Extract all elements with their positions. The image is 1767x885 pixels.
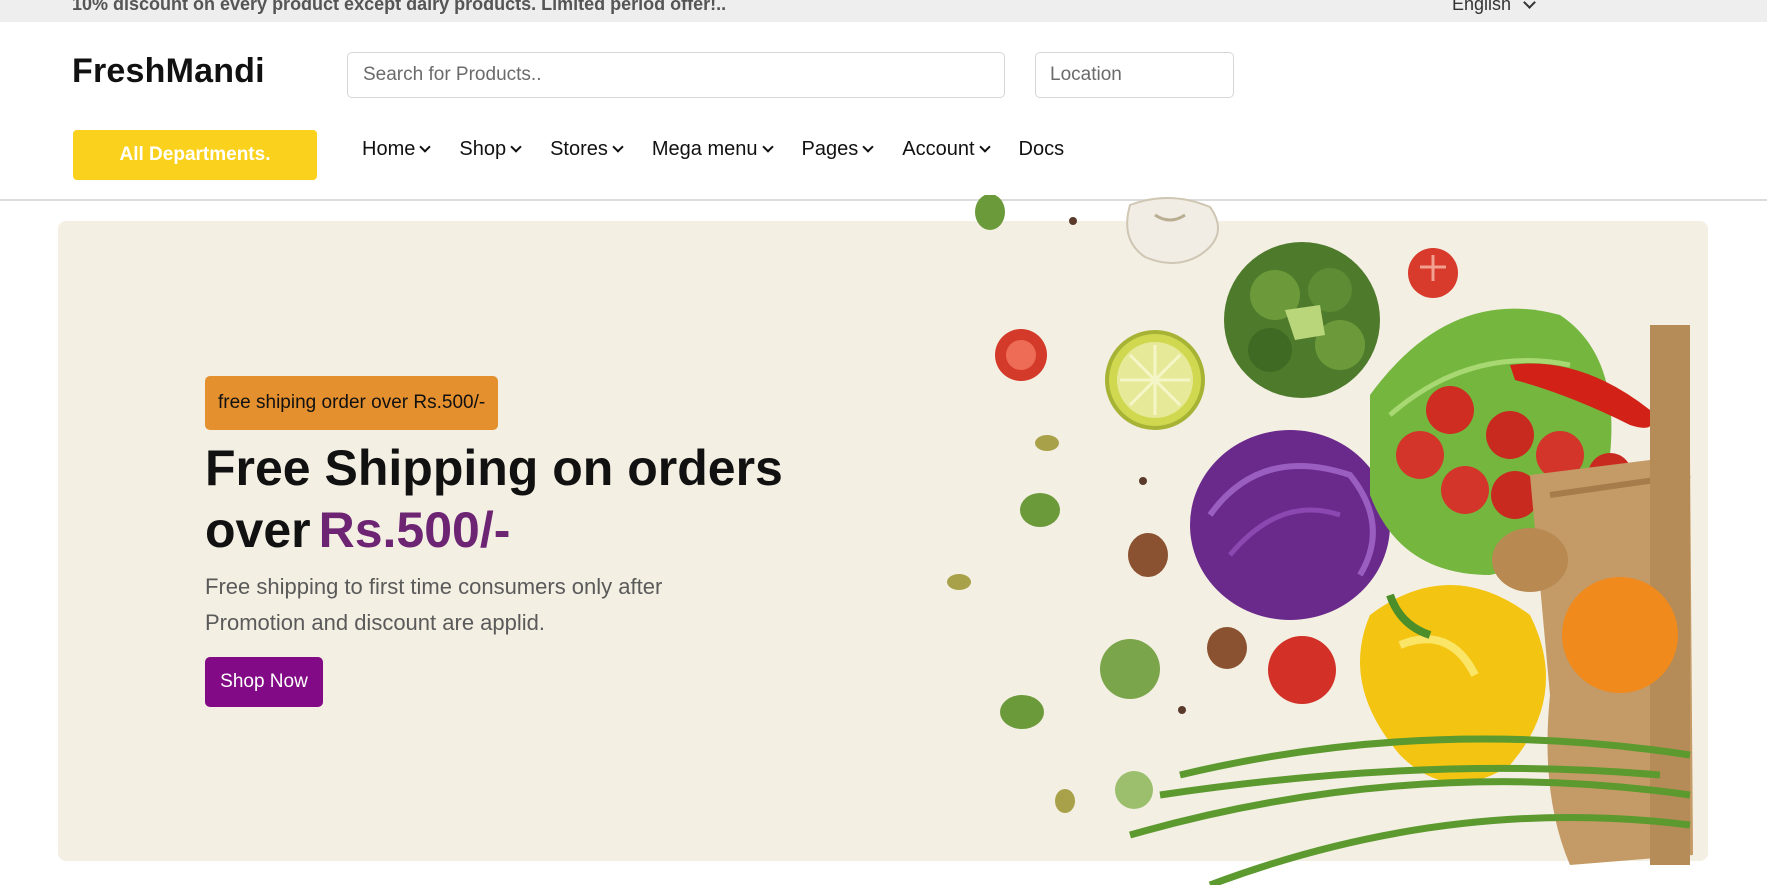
nav-item-label: Stores xyxy=(550,137,608,160)
all-departments-button[interactable]: All Departments. xyxy=(73,130,317,180)
chevron-down-icon xyxy=(612,140,624,153)
chevron-down-icon xyxy=(761,140,774,153)
nav-item-label: Mega menu xyxy=(651,137,758,160)
tomato-slice-icon xyxy=(995,329,1047,381)
orange-icon xyxy=(1562,577,1678,693)
chevron-down-icon xyxy=(510,140,522,153)
hero-title: Free Shipping on orders over Rs.500/- xyxy=(205,437,825,561)
seed-icon xyxy=(947,435,1075,813)
nav-item-docs[interactable]: Docs xyxy=(1019,138,1065,161)
nav-item-account[interactable]: Account xyxy=(902,137,991,161)
shop-now-button[interactable]: Shop Now xyxy=(205,657,323,707)
walnut-icon xyxy=(1492,528,1568,592)
brussels-sprout-icon xyxy=(1100,639,1160,809)
language-label: English xyxy=(1452,0,1512,14)
nav-item-label: Pages xyxy=(801,137,859,160)
location-input[interactable] xyxy=(1035,52,1234,98)
red-cabbage-icon xyxy=(1190,430,1390,620)
nav-item-stores[interactable]: Stores xyxy=(550,137,624,161)
chevron-down-icon xyxy=(978,140,991,153)
nav-item-pages[interactable]: Pages xyxy=(801,137,874,161)
nav-item-label: Home xyxy=(362,137,416,160)
chevron-down-icon xyxy=(862,140,874,153)
tomato-icon xyxy=(1408,248,1458,298)
tomato-icon xyxy=(1268,636,1336,704)
nav-item-shop[interactable]: Shop xyxy=(459,137,522,161)
shipping-badge: free shiping order over Rs.500/- xyxy=(205,376,499,430)
vegetables-bag-image xyxy=(947,195,1693,885)
chevron-down-icon xyxy=(1523,0,1536,9)
yellow-pepper-icon xyxy=(1360,585,1546,783)
chevron-down-icon xyxy=(419,140,432,153)
promo-text: 10% discount on every product except dai… xyxy=(72,0,727,14)
search-input[interactable] xyxy=(347,52,1005,98)
nav-item-label: Shop xyxy=(459,137,507,160)
nav-item-mega-menu[interactable]: Mega menu xyxy=(651,137,774,161)
broccoli-icon xyxy=(1224,242,1380,398)
nav-item-label: Account xyxy=(902,137,975,160)
lime-icon xyxy=(1105,330,1205,430)
promo-bar: 10% discount on every product except dai… xyxy=(0,0,1767,22)
nav-item-label: Docs xyxy=(1018,137,1065,160)
spinach-leaf-icon xyxy=(975,195,1060,729)
garlic-icon xyxy=(1126,197,1219,264)
site-logo[interactable]: FreshMandi xyxy=(72,52,265,91)
hero-title-accent: Rs.500/- xyxy=(318,502,511,558)
nav-item-home[interactable]: Home xyxy=(362,137,432,161)
main-nav: Home Shop Stores Mega menu Pages Account… xyxy=(362,134,1094,164)
language-selector[interactable]: English xyxy=(1452,0,1536,15)
hero-description: Free shipping to first time consumers on… xyxy=(205,574,663,635)
